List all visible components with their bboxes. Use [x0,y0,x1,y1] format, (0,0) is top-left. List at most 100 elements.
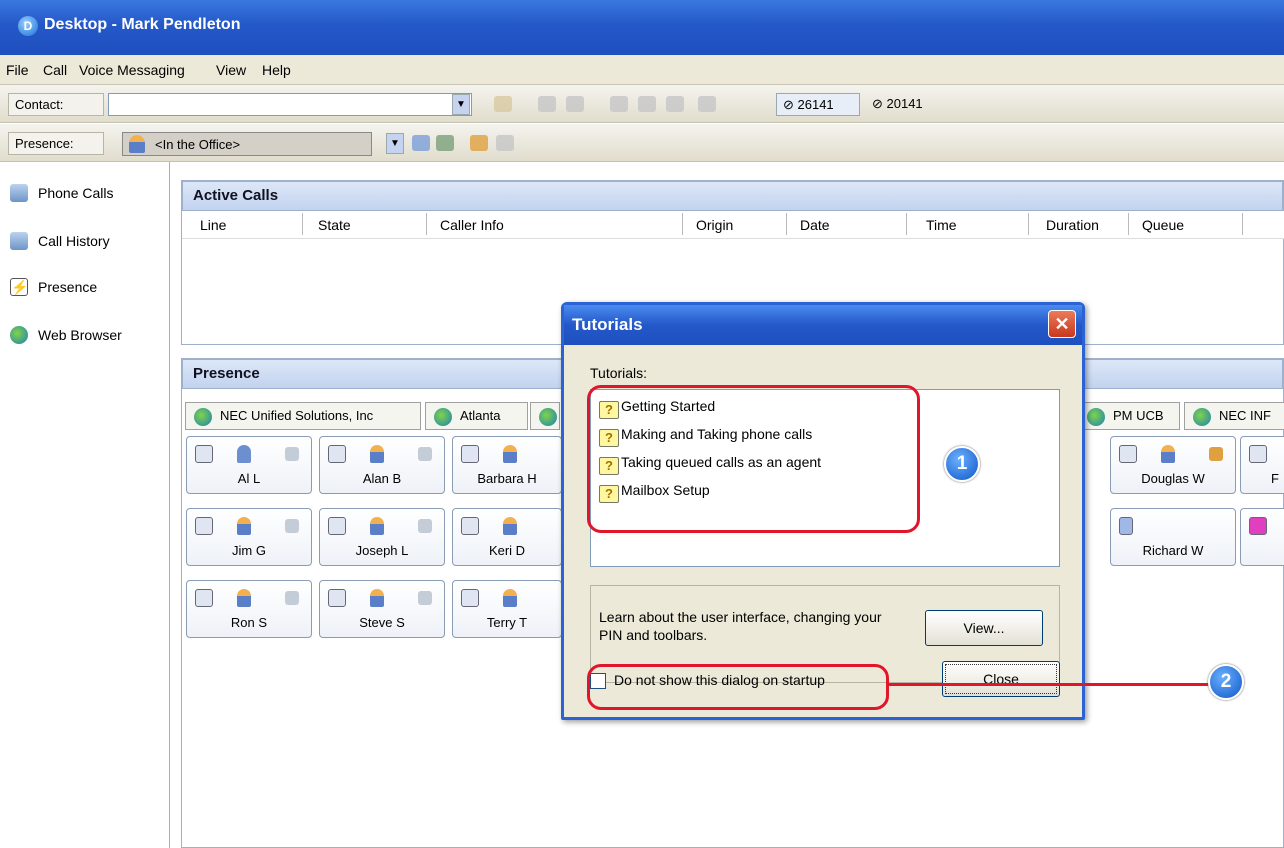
presence-card[interactable]: Keri D [452,508,562,566]
web-browser-icon [10,326,28,344]
title-bar: D Desktop - Mark Pendleton [0,0,1284,55]
sidebar-item-phone-calls[interactable]: Phone Calls [10,182,160,208]
column-duration[interactable]: Duration [1046,217,1099,233]
callout-2-marker: 2 [1208,664,1244,700]
hold-icon[interactable] [638,96,656,112]
presence-status-icon [129,135,145,153]
menu-help[interactable]: Help [262,62,291,78]
presence-card[interactable]: F [1240,436,1284,494]
user-icon [1161,445,1175,463]
presence-card[interactable] [1240,508,1284,566]
globe-icon [434,408,452,426]
phone-status-icon [1249,445,1267,463]
sidebar-item-web-browser[interactable]: Web Browser [10,324,160,350]
user-icon [503,589,517,607]
handset-icon [285,591,299,605]
column-time[interactable]: Time [926,217,957,233]
presence-value: <In the Office> [155,137,241,152]
column-origin[interactable]: Origin [696,217,733,233]
menu-voice-messaging[interactable]: Voice Messaging [79,62,185,78]
sidebar-item-call-history[interactable]: Call History [10,230,160,256]
phone-status-icon [461,517,479,535]
tutorial-description: Learn about the user interface, changing… [599,609,882,643]
close-icon[interactable]: ✕ [1048,310,1076,338]
menu-view[interactable]: View [216,62,246,78]
presence-select[interactable]: <In the Office> [122,132,372,156]
presence-card[interactable]: Alan B [319,436,445,494]
user-icon [370,445,384,463]
extension-button-1[interactable]: ⊘ 26141 [776,93,860,116]
conference-icon[interactable] [698,96,716,112]
presence-list-icon[interactable] [412,135,430,151]
directory-icon[interactable] [494,96,512,112]
extension-button-2[interactable]: ⊘ 20141 [868,93,952,116]
contact-input[interactable] [108,93,472,116]
user-icon [503,445,517,463]
presence-dropdown-icon[interactable]: ▼ [386,133,404,154]
callout-1-marker: 1 [944,446,980,482]
phone-status-icon [195,589,213,607]
phone-status-icon [328,589,346,607]
call-history-icon [10,232,28,250]
phone-status-icon [328,445,346,463]
tab-atlanta[interactable]: Atlanta [425,402,528,430]
menu-call[interactable]: Call [43,62,67,78]
close-button[interactable]: Close [942,661,1060,697]
presence-card[interactable]: Steve S [319,580,445,638]
sidebar: Phone Calls Call History ⚡ Presence Web … [0,162,170,848]
presence-card[interactable]: Al L [186,436,312,494]
phone-icon [10,184,28,202]
presence-card[interactable]: Ron S [186,580,312,638]
contact-label: Contact: [8,93,104,116]
presence-card[interactable]: Richard W [1110,508,1236,566]
handset-icon [418,591,432,605]
tutorials-list-label: Tutorials: [590,365,648,381]
menu-file[interactable]: File [6,62,29,78]
presence-card[interactable]: Terry T [452,580,562,638]
contact-toolbar: Contact: ▼ ⊘ 26141 ⊘ 20141 [0,85,1284,123]
contact-dropdown-icon[interactable]: ▼ [452,94,470,115]
phone-status-icon [328,517,346,535]
presence-card[interactable]: Joseph L [319,508,445,566]
active-calls-columns: Line State Caller Info Origin Date Time … [182,211,1284,239]
column-line[interactable]: Line [200,217,226,233]
tab-nec-inf[interactable]: NEC INF [1184,402,1284,430]
user-icon [370,589,384,607]
column-state[interactable]: State [318,217,351,233]
presence-card[interactable]: Jim G [186,508,312,566]
presence-label: Presence: [8,132,104,155]
presence-toolbar: Presence: <In the Office> ▼ [0,124,1284,162]
active-calls-header: Active Calls [182,181,1283,211]
column-date[interactable]: Date [800,217,830,233]
dialog-title: Tutorials [564,305,1082,345]
menu-bar: File Call Voice Messaging View Help [0,55,1284,85]
column-queue[interactable]: Queue [1142,217,1184,233]
globe-icon [1193,408,1211,426]
user-icon [237,589,251,607]
column-caller-info[interactable]: Caller Info [440,217,504,233]
tab-pm-ucb[interactable]: PM UCB [1078,402,1180,430]
phone-status-icon [1249,517,1267,535]
presence-edit-icon[interactable] [436,135,454,151]
callout-2-box [587,664,889,710]
user-icon [370,517,384,535]
hangup-icon[interactable] [566,96,584,112]
callout-2-line [889,683,1211,686]
view-button[interactable]: View... [925,610,1043,646]
user-icon [503,517,517,535]
dial-icon[interactable] [538,96,556,112]
globe-icon [194,408,212,426]
phone-status-icon [461,589,479,607]
tab-partial[interactable] [530,402,560,430]
park-icon[interactable] [666,96,684,112]
tab-nec-unified-solutions[interactable]: NEC Unified Solutions, Inc [185,402,421,430]
presence-card[interactable]: Barbara H [452,436,562,494]
handset-icon [1209,447,1223,461]
transfer-icon[interactable] [610,96,628,112]
presence-card[interactable]: Douglas W [1110,436,1236,494]
phone-status-icon [195,445,213,463]
sidebar-item-presence[interactable]: ⚡ Presence [10,276,160,302]
presence-contacts-icon[interactable] [470,135,488,151]
presence-remove-icon[interactable] [496,135,514,151]
globe-icon [1087,408,1105,426]
